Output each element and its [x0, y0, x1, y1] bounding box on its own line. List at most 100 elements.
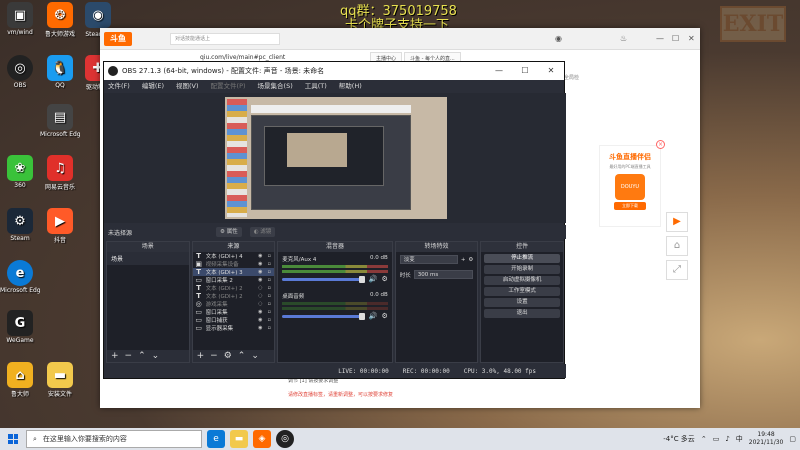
taskbar-search[interactable]: ⌕ 在这里输入你要搜索的内容	[26, 430, 202, 448]
up-icon[interactable]: ⌃	[138, 351, 146, 361]
desktop-icon-8[interactable]: ♫ 网易云音乐	[40, 155, 80, 191]
lock-icon[interactable]: ▫	[266, 285, 272, 291]
speaker-icon[interactable]: ♪	[725, 435, 729, 443]
add-icon[interactable]: +	[461, 257, 466, 263]
menu-edit[interactable]: 编辑(E)	[142, 80, 164, 93]
source-item[interactable]: T 文本 (GDI+) 4 ◉ ▫	[193, 252, 275, 260]
desktop-icon-11[interactable]: e Microsoft Edge	[0, 260, 40, 294]
start-button[interactable]	[0, 428, 26, 450]
lock-icon[interactable]: ▫	[266, 325, 272, 331]
eye-off-icon[interactable]: ◌	[257, 301, 263, 307]
down-icon[interactable]: ⌄	[251, 351, 259, 361]
lock-icon[interactable]: ▫	[266, 301, 272, 307]
desktop-icon-7[interactable]: ❀ 360	[0, 155, 40, 189]
close-icon[interactable]: ✕	[688, 34, 695, 43]
desktop-icon-13[interactable]: ⌂ 鲁大师	[0, 362, 40, 398]
eye-icon[interactable]: ◉	[257, 269, 263, 275]
gear-icon[interactable]: ⚙	[224, 351, 232, 361]
studio-mode-button[interactable]: 工作室模式	[484, 287, 560, 296]
settings-button[interactable]: 设置	[484, 298, 560, 307]
close-icon[interactable]: ✕	[538, 62, 564, 80]
speaker-icon[interactable]: 🔊	[369, 275, 378, 283]
close-icon[interactable]: ×	[656, 140, 665, 149]
obs-taskbar-icon[interactable]: ◎	[276, 430, 294, 448]
speaker-icon[interactable]: 🔊	[369, 312, 378, 320]
menu-view[interactable]: 视图(V)	[176, 80, 199, 93]
lock-icon[interactable]: ▫	[266, 277, 272, 283]
network-icon[interactable]: ▭	[713, 435, 720, 443]
minimize-icon[interactable]: —	[656, 34, 664, 43]
add-icon[interactable]: +	[197, 351, 205, 361]
lock-icon[interactable]: ▫	[266, 309, 272, 315]
desktop-icon-10[interactable]: ▶ 抖音	[40, 208, 80, 244]
weather[interactable]: -4°C 多云	[663, 434, 695, 444]
eye-off-icon[interactable]: ◌	[257, 293, 263, 299]
exit-button[interactable]: 退出	[484, 309, 560, 318]
slider-handle[interactable]	[358, 312, 365, 320]
source-item[interactable]: ▭ 窗口采集 2 ◉ ▫	[193, 276, 275, 284]
desktop-icon-3[interactable]: ◎ OBS	[0, 55, 40, 89]
download-button[interactable]: 立即下载	[614, 202, 646, 210]
clock[interactable]: 19:48 2021/11/30	[749, 431, 784, 447]
douyu-logo[interactable]: 斗鱼	[104, 31, 132, 46]
minimize-icon[interactable]: —	[486, 62, 512, 80]
obs-preview[interactable]	[225, 97, 447, 219]
input-language[interactable]: 中	[736, 434, 743, 444]
chevron-up-icon[interactable]: ⌃	[701, 435, 707, 443]
home-icon[interactable]: ⌂	[666, 236, 688, 256]
eye-icon[interactable]: ◉	[257, 261, 263, 267]
lock-icon[interactable]: ▫	[266, 261, 272, 267]
properties-button[interactable]: ⚙ 属性	[216, 227, 242, 237]
lock-icon[interactable]: ▫	[266, 293, 272, 299]
user-icon[interactable]: ◉	[555, 34, 562, 43]
tshirt-icon[interactable]: ♨	[620, 34, 627, 43]
desktop-icon-6[interactable]: ▤ Microsoft Edge	[40, 104, 80, 138]
menu-file[interactable]: 文件(F)	[108, 80, 130, 93]
browser-search-input[interactable]: 对话技能通话上	[170, 33, 280, 45]
lock-icon[interactable]: ▫	[266, 269, 272, 275]
eye-icon[interactable]: ◉	[257, 309, 263, 315]
source-item[interactable]: ▭ 窗口捕获 ◉ ▫	[193, 316, 275, 324]
menu-scene-collection[interactable]: 场景集合(S)	[258, 80, 293, 93]
menu-profile[interactable]: 配置文件(P)	[211, 80, 246, 93]
eye-icon[interactable]: ◉	[257, 325, 263, 331]
eye-off-icon[interactable]: ◌	[257, 285, 263, 291]
source-item[interactable]: ◎ 游戏采集 ◌ ▫	[193, 300, 275, 308]
gear-icon[interactable]: ⚙	[468, 257, 473, 263]
play-icon[interactable]: ▶	[666, 212, 688, 232]
menu-tools[interactable]: 工具(T)	[305, 80, 327, 93]
stop-streaming-button[interactable]: 停止推流	[484, 254, 560, 263]
eye-icon[interactable]: ◉	[257, 277, 263, 283]
scene-item[interactable]: 场景	[107, 252, 189, 265]
gear-icon[interactable]: ⚙	[381, 275, 387, 283]
eye-icon[interactable]: ◉	[257, 317, 263, 323]
source-item[interactable]: ▭ 显示器采集 ◉ ▫	[193, 324, 275, 332]
lock-icon[interactable]: ▫	[266, 317, 272, 323]
up-icon[interactable]: ⌃	[238, 351, 246, 361]
notification-icon[interactable]: ▢	[789, 435, 796, 443]
desktop-icon-12[interactable]: G WeGame	[0, 310, 40, 344]
source-item[interactable]: T 文本 (GDI+) 2 ◌ ▫	[193, 284, 275, 292]
down-icon[interactable]: ⌄	[152, 351, 160, 361]
filters-button[interactable]: ◐ 滤镜	[249, 227, 276, 237]
source-item[interactable]: ▭ 窗口采集 ◉ ▫	[193, 308, 275, 316]
desktop-icon-0[interactable]: ▣ vm/wind	[0, 2, 40, 36]
start-recording-button[interactable]: 开始录制	[484, 265, 560, 274]
folder-taskbar-icon[interactable]: ▬	[230, 430, 248, 448]
virtual-camera-button[interactable]: 启动虚拟摄像机	[484, 276, 560, 285]
maximize-icon[interactable]: ☐	[672, 34, 679, 43]
source-item[interactable]: T 文本 (GDI+) 3 ◉ ▫	[192, 268, 275, 276]
volume-slider[interactable]	[282, 312, 365, 320]
eye-icon[interactable]: ◉	[257, 253, 263, 259]
desktop-icon-1[interactable]: ❂ 鲁大师游戏	[40, 2, 80, 38]
source-item[interactable]: ▣ 视频采集设备 ◉ ▫	[193, 260, 275, 268]
desktop-icon-9[interactable]: ⚙ Steam	[0, 208, 40, 242]
edge-taskbar-icon[interactable]: e	[207, 430, 225, 448]
remove-icon[interactable]: −	[125, 351, 133, 361]
menu-help[interactable]: 帮助(H)	[339, 80, 362, 93]
volume-slider[interactable]	[282, 275, 365, 283]
source-item[interactable]: T 文本 (GDI+) 2 ◌ ▫	[193, 292, 275, 300]
lock-icon[interactable]: ▫	[266, 253, 272, 259]
add-icon[interactable]: +	[111, 351, 119, 361]
desktop-icon-4[interactable]: 🐧 QQ	[40, 55, 80, 89]
